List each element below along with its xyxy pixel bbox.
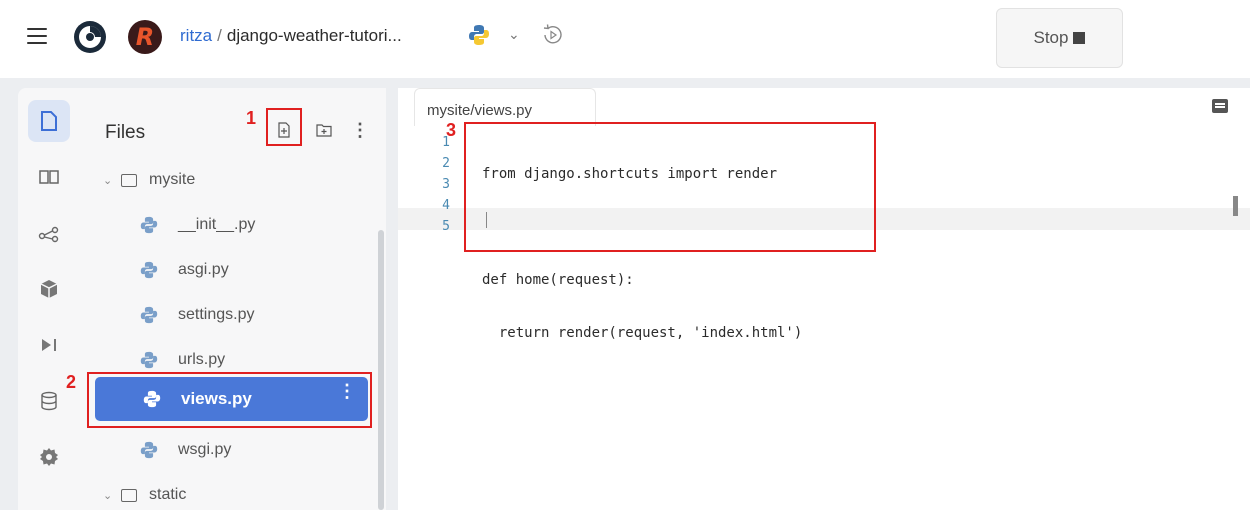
gear-icon — [40, 448, 58, 466]
line-gutter: 1 2 3 4 5 — [426, 132, 454, 237]
tree-file-label: asgi.py — [178, 261, 229, 278]
avatar[interactable]: R — [128, 20, 162, 54]
step-forward-icon — [42, 339, 56, 351]
tree-folder-label: mysite — [149, 171, 196, 188]
annotation-number-1: 1 — [246, 108, 257, 128]
book-icon — [39, 170, 59, 184]
annotation-number-2: 2 — [66, 372, 77, 392]
python-file-icon — [140, 351, 158, 369]
breadcrumb: ritza / django-weather-tutori... — [180, 26, 402, 46]
add-folder-icon — [316, 124, 332, 137]
tab-views[interactable]: mysite/views.py — [414, 88, 596, 126]
tree-file-settings[interactable]: settings.py — [140, 298, 254, 332]
tree-folder-mysite[interactable]: ⌄ mysite — [103, 163, 195, 197]
files-scrollbar[interactable] — [378, 230, 384, 510]
settings-tool-button[interactable] — [28, 436, 70, 478]
tree-file-label: urls.py — [178, 351, 226, 368]
annotation-box-2 — [87, 372, 372, 428]
stop-icon — [1073, 32, 1086, 44]
tree-file-asgi[interactable]: asgi.py — [140, 253, 229, 287]
more-options-icon[interactable]: ⋮ — [348, 118, 372, 142]
chevron-down-icon[interactable]: ⌄ — [508, 26, 520, 43]
code-line: return render(request, 'index.html') — [482, 325, 803, 341]
breadcrumb-separator: / — [217, 26, 222, 45]
annotation-number-3: 3 — [446, 120, 457, 140]
caret-icon: ⌄ — [103, 489, 113, 502]
git-icon — [38, 226, 59, 243]
history-icon[interactable] — [540, 22, 566, 48]
file-icon — [41, 111, 57, 131]
editor-scrollbar[interactable] — [1233, 196, 1238, 216]
tool-rail — [18, 88, 80, 510]
files-panel: Files ⋮ ⌄ mysite __init__.py asgi.py set… — [80, 88, 386, 510]
python-file-icon — [140, 216, 158, 234]
folder-icon — [121, 488, 137, 502]
tree-file-label: wsgi.py — [178, 441, 232, 458]
package-icon — [40, 280, 58, 298]
annotation-box-3 — [464, 122, 876, 252]
files-title: Files — [105, 122, 146, 143]
tree-file-label: settings.py — [178, 306, 255, 323]
editor-menu-icon[interactable] — [1212, 99, 1228, 113]
annotation-box-1 — [266, 108, 302, 146]
line-number: 2 — [442, 156, 450, 171]
menu-icon[interactable] — [27, 28, 47, 44]
python-icon — [469, 25, 489, 45]
database-icon — [41, 391, 57, 411]
python-file-icon — [140, 261, 158, 279]
tree-file-init[interactable]: __init__.py — [140, 208, 255, 242]
replit-logo-icon[interactable] — [72, 19, 108, 55]
line-number: 3 — [442, 177, 450, 192]
add-folder-button[interactable] — [312, 118, 336, 142]
packages-tool-button[interactable] — [28, 268, 70, 310]
tab-label: mysite/views.py — [427, 102, 533, 119]
git-tool-button[interactable] — [28, 212, 70, 254]
python-file-icon — [140, 441, 158, 459]
top-bar: R ritza / django-weather-tutori... ⌄ Stop — [0, 0, 1250, 78]
database-tool-button[interactable] — [28, 380, 70, 422]
repl-name[interactable]: django-weather-tutori... — [227, 26, 402, 45]
stop-label: Stop — [1033, 28, 1069, 47]
tree-folder-label: static — [149, 486, 187, 503]
tree-file-label: __init__.py — [178, 216, 256, 233]
stop-button[interactable]: Stop — [996, 8, 1123, 68]
caret-icon: ⌄ — [103, 174, 113, 187]
debugger-tool-button[interactable] — [28, 324, 70, 366]
files-tool-button[interactable] — [28, 100, 70, 142]
tree-file-wsgi[interactable]: wsgi.py — [140, 433, 231, 467]
python-file-icon — [140, 306, 158, 324]
tree-folder-static[interactable]: ⌄ static — [103, 478, 186, 510]
folder-icon — [121, 173, 137, 187]
breadcrumb-user-link[interactable]: ritza — [180, 26, 212, 45]
line-number: 5 — [442, 219, 450, 234]
docs-tool-button[interactable] — [28, 156, 70, 198]
code-line: def home(request): — [482, 272, 634, 288]
line-number: 4 — [442, 198, 450, 213]
